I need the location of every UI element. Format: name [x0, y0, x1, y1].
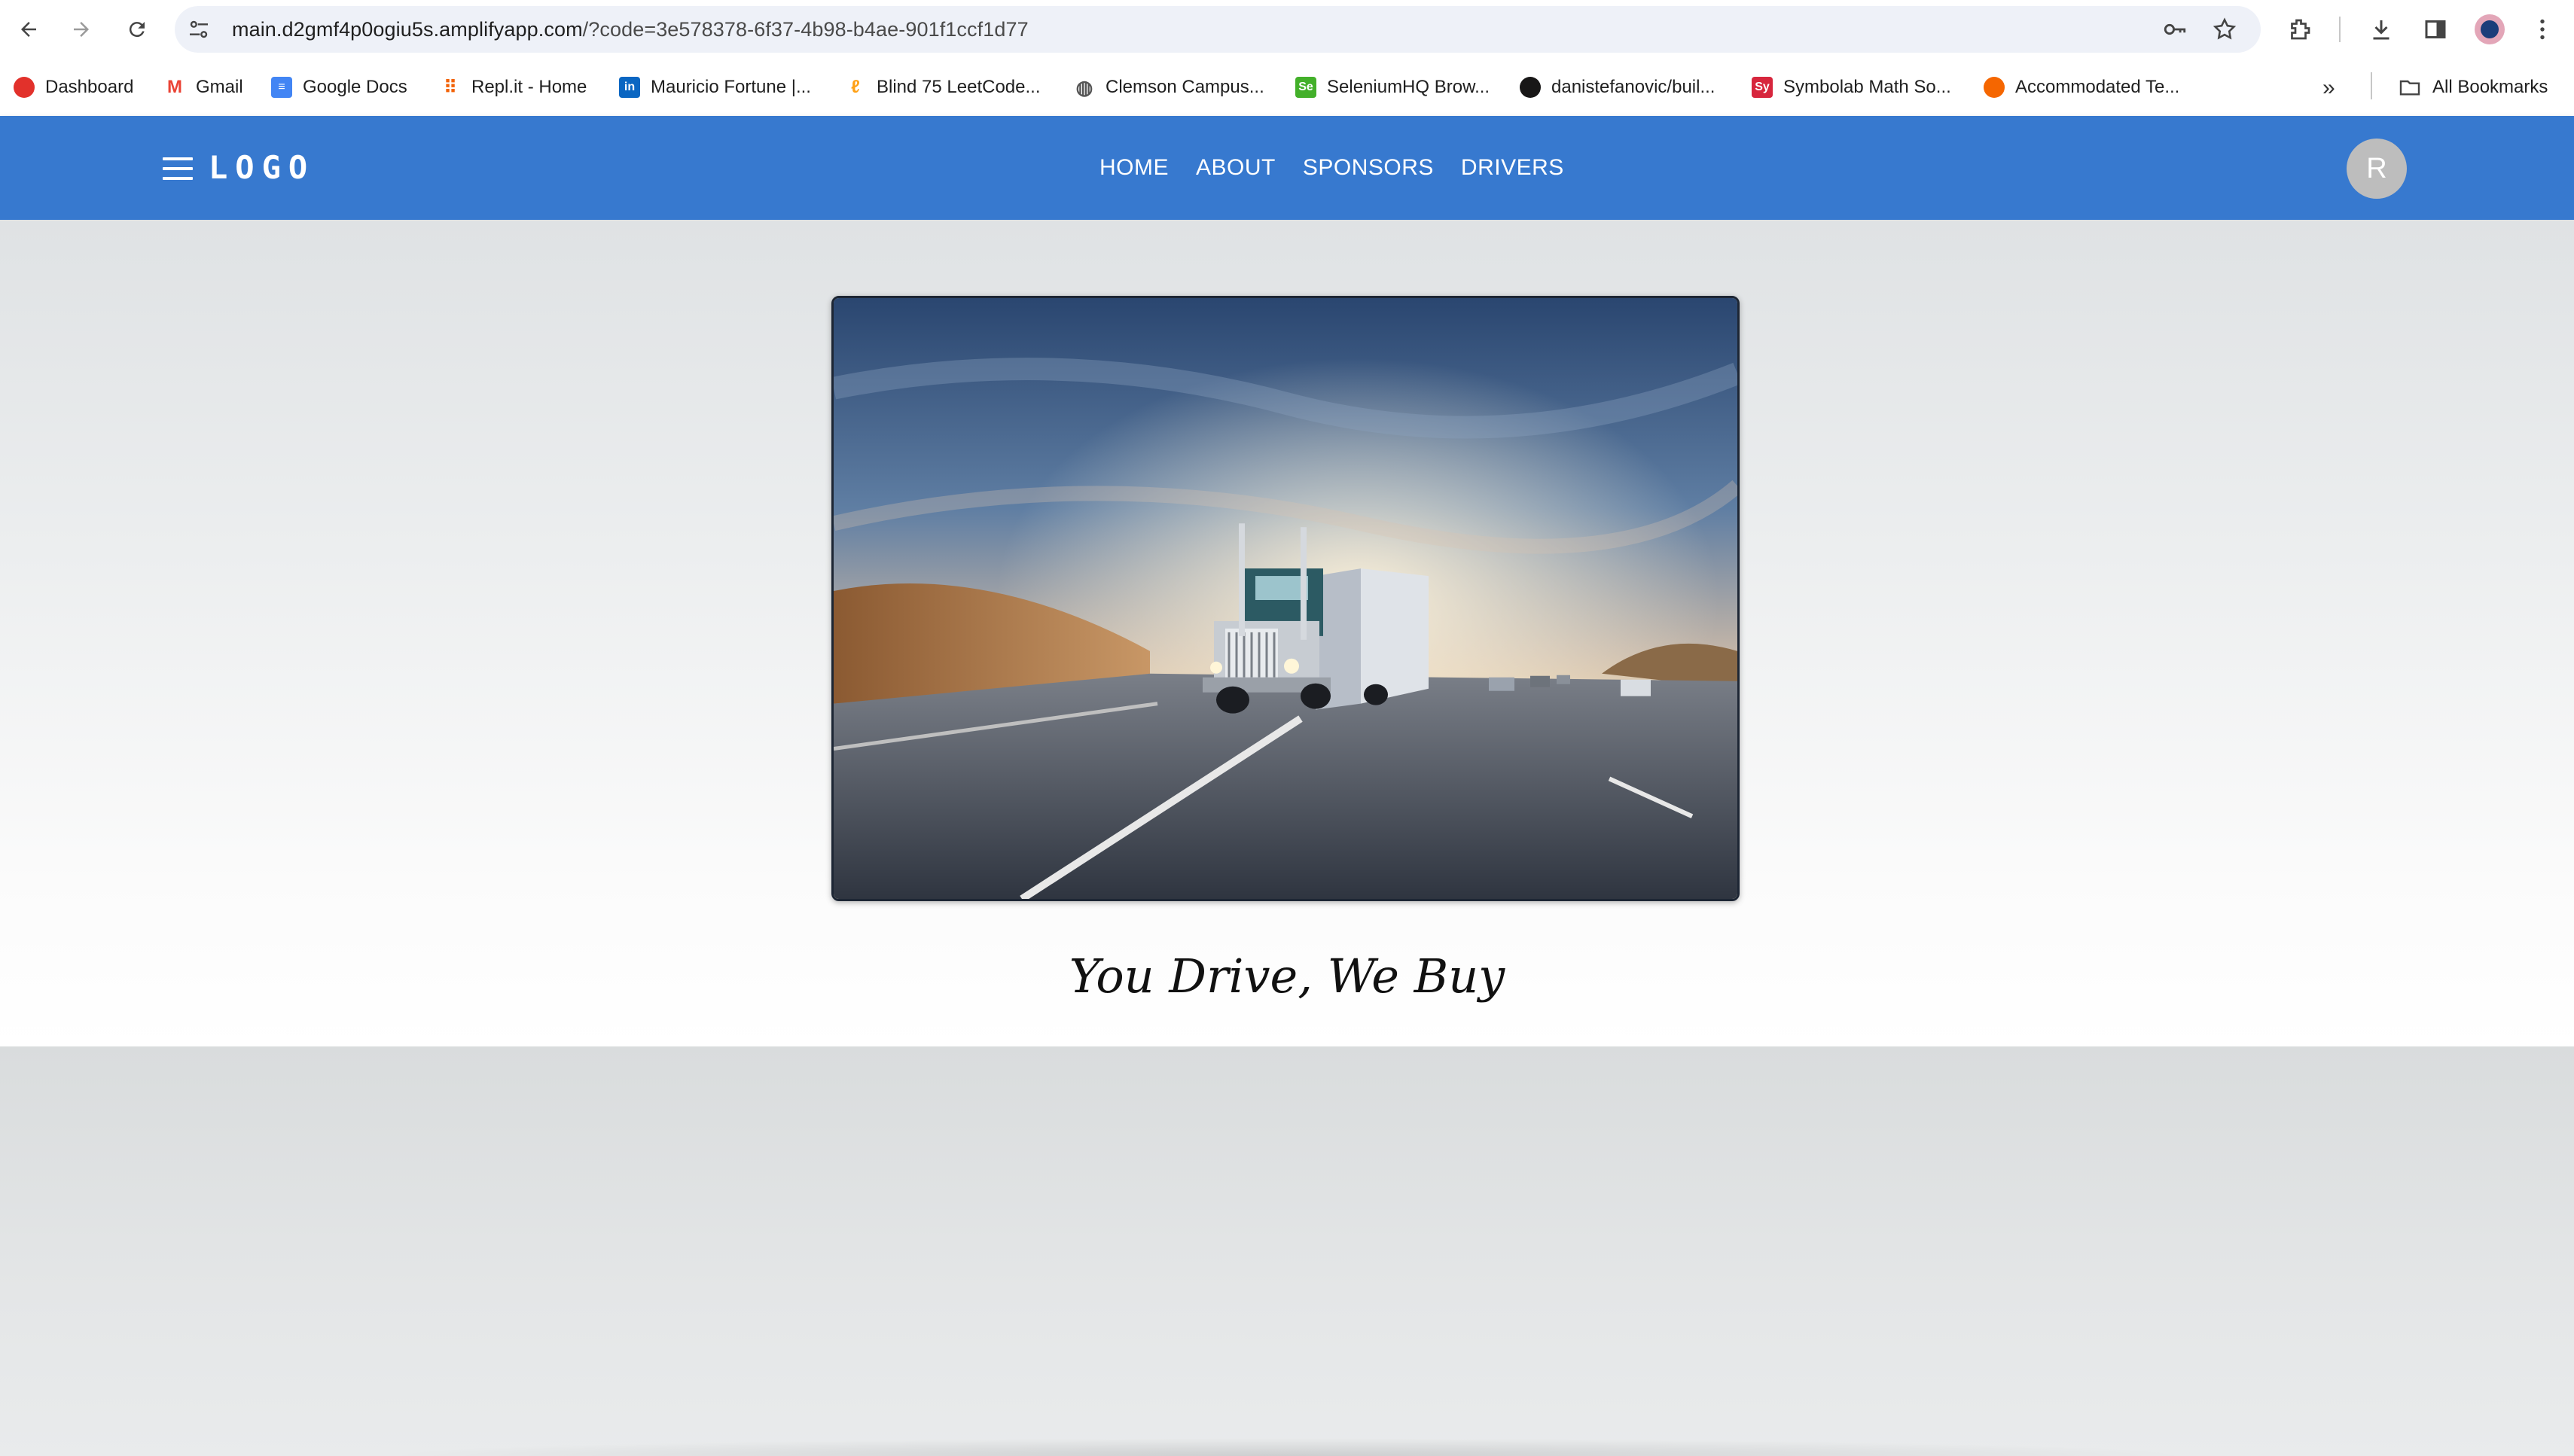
bookmark-star-icon [2213, 17, 2237, 40]
bookmark-google-docs[interactable]: ≡ Google Docs [271, 72, 407, 102]
nav-about[interactable]: ABOUT [1196, 155, 1276, 181]
selenium-icon: Se [1295, 77, 1316, 98]
bookmark-label: Dashboard [45, 77, 134, 97]
bookmark-linkedin[interactable]: in Mauricio Fortune |... [619, 72, 811, 102]
profile-button[interactable] [2475, 14, 2505, 44]
reload-icon [129, 22, 145, 38]
bookmarks-divider [2371, 72, 2372, 99]
bookmark-label: Google Docs [303, 77, 407, 97]
menu-hamburger-icon[interactable] [163, 157, 193, 180]
bookmark-label: Clemson Campus... [1106, 77, 1264, 97]
all-bookmarks-label: All Bookmarks [2432, 77, 2548, 97]
side-panel-icon [2425, 20, 2446, 38]
clemson-paw-icon [1984, 77, 2005, 98]
folder-icon [2399, 80, 2420, 96]
address-bar[interactable]: main.d2gmf4p0ogiu5s.amplifyapp.com/?code… [175, 6, 2261, 53]
nav-sponsors[interactable]: SPONSORS [1303, 155, 1434, 181]
password-manager-button[interactable] [2161, 16, 2188, 43]
bookmark-label: Symbolab Math So... [1783, 77, 1951, 97]
bookmark-label: Mauricio Fortune |... [651, 77, 811, 97]
github-icon [1520, 77, 1541, 98]
bookmark-accommodated[interactable]: Accommodated Te... [1984, 72, 2179, 102]
replit-icon: ⠿ [440, 77, 461, 98]
docs-icon: ≡ [271, 77, 292, 98]
bookmark-blind75[interactable]: ℓ Blind 75 LeetCode... [845, 72, 1041, 102]
site-info-icon[interactable] [187, 17, 211, 41]
toolbar-divider [2339, 17, 2341, 42]
url-path: /?code=3e578378-6f37-4b98-b4ae-901f1ccf1… [582, 18, 1029, 41]
reload-button[interactable] [119, 11, 155, 47]
bookmark-label: Gmail [196, 77, 243, 97]
url-host: main.d2gmf4p0ogiu5s.amplifyapp.com [232, 18, 583, 41]
forward-arrow-icon [74, 22, 89, 37]
extensions-button[interactable] [2283, 13, 2316, 46]
bookmark-replit[interactable]: ⠿ Repl.it - Home [440, 72, 587, 102]
bookmark-label: Accommodated Te... [2015, 77, 2180, 97]
bookmark-clemson-campus[interactable]: ◍ Clemson Campus... [1074, 72, 1264, 102]
app-header: LOGO HOME ABOUT SPONSORS DRIVERS R [0, 116, 2574, 220]
side-panel-button[interactable] [2419, 13, 2452, 46]
downloads-button[interactable] [2365, 13, 2398, 46]
extensions-icon [2291, 19, 2310, 40]
all-bookmarks-folder[interactable]: All Bookmarks [2398, 72, 2548, 102]
bookmark-star-button[interactable] [2211, 16, 2238, 43]
bookmark-symbolab[interactable]: Sy Symbolab Math So... [1752, 72, 1951, 102]
back-button[interactable] [11, 11, 47, 47]
globe-icon: ◍ [1074, 76, 1095, 99]
hero-truck-image [831, 296, 1740, 901]
main-nav: HOME ABOUT SPONSORS DRIVERS [1099, 116, 1591, 220]
bookmark-label: Blind 75 LeetCode... [877, 77, 1041, 97]
hero-section: You Drive, We Buy [0, 220, 2574, 1046]
back-arrow-icon [21, 22, 36, 37]
canvas-icon [14, 77, 35, 98]
bookmark-label: danistefanovic/buil... [1551, 77, 1715, 97]
bookmark-dashboard[interactable]: Dashboard [14, 72, 133, 102]
symbolab-icon: Sy [1752, 77, 1773, 98]
page-lower-area [0, 1046, 2574, 1456]
bookmark-selenium[interactable]: Se SeleniumHQ Brow... [1295, 72, 1490, 102]
downloads-icon [2373, 20, 2389, 40]
footer-shadow [377, 1438, 2199, 1456]
bookmark-github[interactable]: danistefanovic/buil... [1520, 72, 1715, 102]
bookmark-gmail[interactable]: M Gmail [164, 72, 243, 102]
bookmark-label: SeleniumHQ Brow... [1327, 77, 1490, 97]
forward-button[interactable] [63, 11, 99, 47]
profile-icon [2481, 20, 2499, 38]
user-avatar[interactable]: R [2347, 139, 2407, 199]
bookmark-label: Repl.it - Home [471, 77, 587, 97]
hero-tagline: You Drive, We Buy [1069, 949, 1505, 1004]
url-text[interactable]: main.d2gmf4p0ogiu5s.amplifyapp.com/?code… [232, 6, 1029, 53]
app-logo[interactable]: LOGO [209, 149, 315, 186]
password-key-icon [2164, 23, 2186, 35]
more-bookmarks-chevron-icon[interactable]: » [2322, 75, 2335, 101]
more-menu-button[interactable] [2526, 13, 2559, 46]
nav-drivers[interactable]: DRIVERS [1461, 155, 1564, 181]
gmail-icon: M [164, 77, 185, 98]
more-menu-icon [2540, 19, 2545, 40]
linkedin-icon: in [619, 77, 640, 98]
bookmarks-bar: Dashboard M Gmail ≡ Google Docs ⠿ Repl.i… [0, 59, 2574, 116]
browser-toolbar: main.d2gmf4p0ogiu5s.amplifyapp.com/?code… [0, 0, 2574, 59]
nav-home[interactable]: HOME [1099, 155, 1169, 181]
leetcode-icon: ℓ [845, 77, 866, 98]
